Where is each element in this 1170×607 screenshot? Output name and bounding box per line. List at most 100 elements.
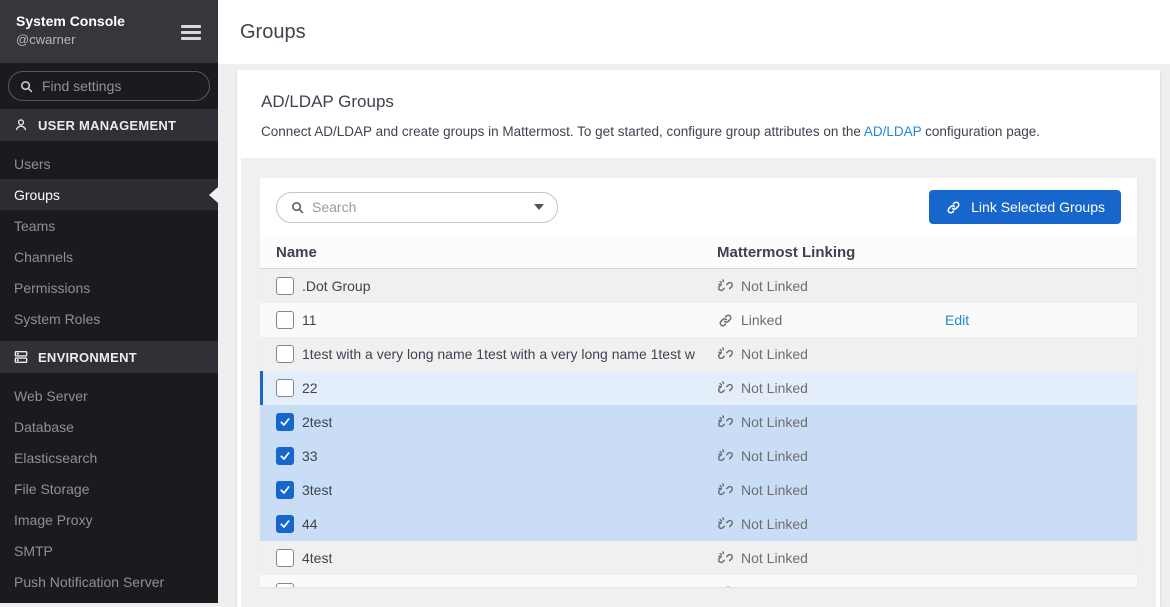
- group-name: 55: [302, 584, 318, 587]
- link-status: Not Linked: [741, 414, 808, 430]
- app-title: System Console: [16, 11, 202, 31]
- group-name: .Dot Group: [302, 278, 370, 294]
- sidebar-item-push-notification-server[interactable]: Push Notification Server: [0, 566, 218, 597]
- row-checkbox[interactable]: [276, 345, 294, 363]
- sidebar-nav: USER MANAGEMENT UsersGroupsTeamsChannels…: [0, 109, 218, 597]
- sidebar-section-header[interactable]: ENVIRONMENT: [0, 341, 218, 373]
- environment-icon: [13, 349, 29, 365]
- sidebar-section: USER MANAGEMENT UsersGroupsTeamsChannels…: [0, 109, 218, 334]
- card-title: AD/LDAP Groups: [261, 90, 1136, 114]
- link-status: Linked: [741, 584, 782, 587]
- sidebar-item-channels[interactable]: Channels: [0, 241, 218, 272]
- group-name: 33: [302, 448, 318, 464]
- group-search[interactable]: [276, 192, 558, 223]
- sidebar-item-elasticsearch[interactable]: Elasticsearch: [0, 442, 218, 473]
- group-name: 22: [302, 380, 318, 396]
- link-icon: [717, 312, 734, 329]
- table-row[interactable]: 3test Not Linked: [260, 473, 1137, 507]
- group-name: 44: [302, 516, 318, 532]
- row-checkbox[interactable]: [276, 447, 294, 465]
- link-selected-groups-button[interactable]: Link Selected Groups: [929, 190, 1121, 224]
- link-status: Linked: [741, 312, 782, 328]
- row-checkbox[interactable]: [276, 515, 294, 533]
- card-body: Link Selected Groups Name Mattermost Lin…: [241, 158, 1156, 607]
- edit-link[interactable]: Edit: [945, 584, 969, 587]
- content-area: AD/LDAP Groups Connect AD/LDAP and creat…: [218, 64, 1170, 603]
- link-status: Not Linked: [741, 550, 808, 566]
- edit-link[interactable]: Edit: [945, 312, 969, 328]
- link-icon: [945, 199, 962, 216]
- sidebar-item-database[interactable]: Database: [0, 411, 218, 442]
- table-header: Name Mattermost Linking: [260, 236, 1137, 269]
- unlink-icon: [717, 448, 734, 465]
- sidebar-item-image-proxy[interactable]: Image Proxy: [0, 504, 218, 535]
- row-checkbox[interactable]: [276, 413, 294, 431]
- unlink-icon: [717, 380, 734, 397]
- groups-panel: Link Selected Groups Name Mattermost Lin…: [260, 178, 1137, 587]
- table-row[interactable]: 44 Not Linked: [260, 507, 1137, 541]
- sidebar: System Console @cwarner USER MANAGEMENT …: [0, 0, 218, 603]
- row-checkbox[interactable]: [276, 549, 294, 567]
- table-body: .Dot Group Not Linked 11 Linked Edit 1te…: [260, 269, 1137, 587]
- column-mattermost-linking: Mattermost Linking: [717, 244, 945, 261]
- row-checkbox[interactable]: [276, 311, 294, 329]
- table-row[interactable]: 11 Linked Edit: [260, 303, 1137, 337]
- page-header: Groups: [218, 0, 1170, 64]
- find-settings-input[interactable]: [42, 78, 192, 94]
- table-row[interactable]: 4test Not Linked: [260, 541, 1137, 575]
- sidebar-item-users[interactable]: Users: [0, 148, 218, 179]
- link-status: Not Linked: [741, 516, 808, 532]
- main-area: Groups AD/LDAP Groups Connect AD/LDAP an…: [218, 0, 1170, 603]
- sidebar-section-header[interactable]: USER MANAGEMENT: [0, 109, 218, 141]
- group-search-input[interactable]: [312, 199, 534, 215]
- sidebar-item-smtp[interactable]: SMTP: [0, 535, 218, 566]
- sidebar-item-permissions[interactable]: Permissions: [0, 272, 218, 303]
- unlink-icon: [717, 278, 734, 295]
- sidebar-section: ENVIRONMENT Web ServerDatabaseElasticsea…: [0, 341, 218, 597]
- table-row[interactable]: 55 Linked Edit: [260, 575, 1137, 587]
- group-name: 2test: [302, 414, 332, 430]
- link-status: Not Linked: [741, 482, 808, 498]
- group-name: 1test with a very long name 1test with a…: [302, 346, 695, 362]
- table-row[interactable]: 33 Not Linked: [260, 439, 1137, 473]
- link-icon: [717, 584, 734, 588]
- search-icon: [290, 200, 305, 215]
- user-management-icon: [13, 117, 29, 133]
- table-row[interactable]: 2test Not Linked: [260, 405, 1137, 439]
- table-row[interactable]: .Dot Group Not Linked: [260, 269, 1137, 303]
- table-row[interactable]: 22 Not Linked: [260, 371, 1137, 405]
- link-status: Not Linked: [741, 448, 808, 464]
- table-row[interactable]: 1test with a very long name 1test with a…: [260, 337, 1137, 371]
- menu-icon[interactable]: [181, 25, 201, 43]
- group-name: 4test: [302, 550, 332, 566]
- column-name: Name: [276, 244, 717, 261]
- unlink-icon: [717, 550, 734, 567]
- row-checkbox[interactable]: [276, 379, 294, 397]
- sidebar-item-teams[interactable]: Teams: [0, 210, 218, 241]
- link-status: Not Linked: [741, 380, 808, 396]
- unlink-icon: [717, 516, 734, 533]
- sidebar-search[interactable]: [8, 71, 210, 101]
- link-status: Not Linked: [741, 346, 808, 362]
- unlink-icon: [717, 414, 734, 431]
- current-user: @cwarner: [16, 31, 202, 49]
- unlink-icon: [717, 482, 734, 499]
- sidebar-header: System Console @cwarner: [0, 0, 218, 63]
- sidebar-item-groups[interactable]: Groups: [0, 179, 218, 210]
- card-head: AD/LDAP Groups Connect AD/LDAP and creat…: [237, 70, 1160, 158]
- row-checkbox[interactable]: [276, 481, 294, 499]
- sidebar-item-system-roles[interactable]: System Roles: [0, 303, 218, 334]
- groups-card: AD/LDAP Groups Connect AD/LDAP and creat…: [237, 70, 1160, 607]
- sidebar-item-file-storage[interactable]: File Storage: [0, 473, 218, 504]
- group-name: 3test: [302, 482, 332, 498]
- row-checkbox[interactable]: [276, 583, 294, 587]
- search-icon: [19, 79, 34, 94]
- card-description: Connect AD/LDAP and create groups in Mat…: [261, 122, 1136, 142]
- adldap-link[interactable]: AD/LDAP: [864, 124, 922, 139]
- group-name: 11: [302, 312, 317, 328]
- row-checkbox[interactable]: [276, 277, 294, 295]
- unlink-icon: [717, 346, 734, 363]
- caret-down-icon[interactable]: [534, 204, 544, 210]
- link-status: Not Linked: [741, 278, 808, 294]
- sidebar-item-web-server[interactable]: Web Server: [0, 380, 218, 411]
